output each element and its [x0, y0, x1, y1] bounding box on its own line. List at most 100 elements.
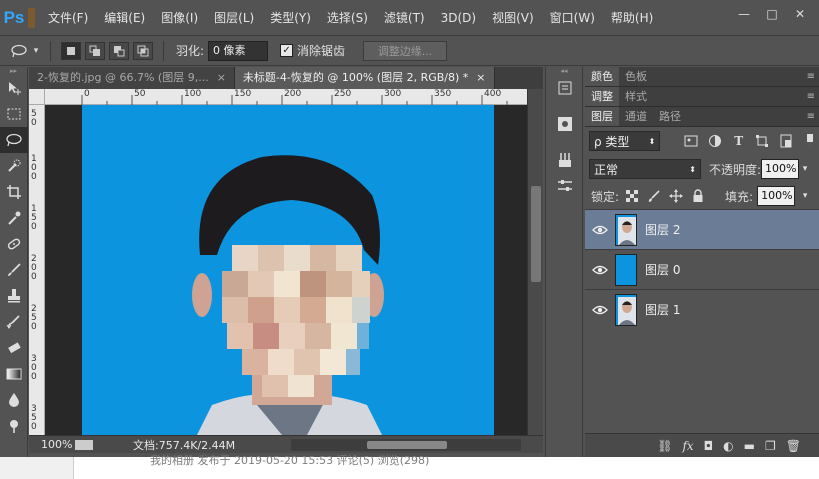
- layer-style-icon[interactable]: fx: [682, 439, 693, 453]
- tool-presets-icon[interactable]: [546, 147, 584, 173]
- clone-stamp-tool-icon[interactable]: [0, 283, 28, 309]
- fill-input[interactable]: 100%: [757, 186, 796, 206]
- menu-image[interactable]: 图像(I): [153, 0, 206, 36]
- history-brush-tool-icon[interactable]: [0, 309, 28, 335]
- new-group-icon[interactable]: ▬: [744, 439, 755, 453]
- chevron-down-icon[interactable]: ▾: [30, 40, 42, 62]
- blur-tool-icon[interactable]: [0, 387, 28, 413]
- filter-adjustment-icon[interactable]: [706, 132, 724, 150]
- canvas-area[interactable]: [45, 105, 527, 435]
- add-mask-icon[interactable]: ◘: [704, 439, 714, 453]
- eye-icon[interactable]: [585, 265, 615, 275]
- document-info[interactable]: 文档:757.4K/2.44M: [133, 437, 235, 453]
- layer-row[interactable]: 图层 0: [585, 249, 819, 289]
- opacity-input[interactable]: 100%: [761, 159, 800, 179]
- antialias-checkbox[interactable]: ✓ 消除锯齿: [280, 42, 345, 59]
- adjustment-layer-icon[interactable]: ◐: [723, 439, 733, 453]
- filter-smart-object-icon[interactable]: [777, 132, 795, 150]
- menu-type[interactable]: 类型(Y): [262, 0, 319, 36]
- feather-input[interactable]: 0 像素: [208, 40, 269, 61]
- refine-edge-button[interactable]: 调整边缘...: [363, 40, 448, 61]
- crop-tool-icon[interactable]: [0, 179, 28, 205]
- marquee-tool-icon[interactable]: [0, 101, 28, 127]
- menu-layer[interactable]: 图层(L): [206, 0, 262, 36]
- history-panel-icon[interactable]: [546, 75, 584, 101]
- filter-type-icon[interactable]: T: [730, 132, 748, 150]
- move-tool-icon[interactable]: [0, 75, 28, 101]
- filter-toggle-icon[interactable]: [801, 132, 819, 150]
- tab-swatches[interactable]: 色板: [619, 67, 653, 86]
- lasso-tool-preset-icon[interactable]: [8, 40, 30, 62]
- close-icon[interactable]: ×: [217, 67, 226, 89]
- layer-row[interactable]: 图层 2: [585, 209, 819, 249]
- tab-document-1[interactable]: 2-恢复的.jpg @ 66.7% (图层 9,... ×: [29, 67, 235, 89]
- ruler-tick: 3 5 0: [31, 404, 37, 432]
- menu-view[interactable]: 视图(V): [484, 0, 542, 36]
- ruler-tick: 1 0 0: [31, 154, 37, 182]
- panel-menu-icon[interactable]: ≡: [807, 87, 819, 106]
- add-to-selection-icon[interactable]: [85, 41, 105, 60]
- quick-selection-tool-icon[interactable]: [0, 153, 28, 179]
- lock-transparency-icon[interactable]: [623, 187, 641, 205]
- eraser-tool-icon[interactable]: [0, 335, 28, 361]
- dodge-tool-icon[interactable]: [0, 413, 28, 439]
- trash-icon[interactable]: 🗑: [786, 439, 801, 453]
- menu-edit[interactable]: 编辑(E): [96, 0, 153, 36]
- tab-paths[interactable]: 路径: [653, 107, 687, 126]
- subtract-from-selection-icon[interactable]: [109, 41, 129, 60]
- tab-layers[interactable]: 图层: [585, 107, 619, 126]
- lock-all-icon[interactable]: [689, 187, 707, 205]
- vertical-scrollbar[interactable]: [527, 89, 543, 435]
- document-canvas[interactable]: [82, 105, 494, 435]
- eye-icon[interactable]: [585, 305, 615, 315]
- maximize-button[interactable]: □: [759, 4, 785, 24]
- zoom-level[interactable]: 100%: [29, 438, 72, 451]
- link-layers-icon[interactable]: ⛓: [657, 439, 672, 453]
- intersect-selection-icon[interactable]: [133, 41, 153, 60]
- chevron-down-icon[interactable]: ▾: [799, 159, 811, 179]
- tab-document-2[interactable]: 未标题-4-恢复的 @ 100% (图层 2, RGB/8) * ×: [234, 67, 495, 89]
- gradient-tool-icon[interactable]: [0, 361, 28, 387]
- tab-color[interactable]: 颜色: [585, 67, 619, 86]
- menu-window[interactable]: 窗口(W): [542, 0, 603, 36]
- scroll-thumb[interactable]: [367, 441, 447, 449]
- close-button[interactable]: ✕: [787, 4, 813, 24]
- menu-select[interactable]: 选择(S): [319, 0, 376, 36]
- menu-filter[interactable]: 滤镜(T): [376, 0, 433, 36]
- layer-row[interactable]: 图层 1: [585, 289, 819, 329]
- new-layer-icon[interactable]: ❐: [765, 439, 776, 453]
- tab-channels[interactable]: 通道: [619, 107, 653, 126]
- brush-tool-icon[interactable]: [0, 257, 28, 283]
- panel-menu-icon[interactable]: ≡: [807, 107, 819, 126]
- eyedropper-tool-icon[interactable]: [0, 205, 28, 231]
- tab-adjustments[interactable]: 调整: [585, 87, 619, 106]
- info-panel-icon[interactable]: [546, 111, 584, 137]
- close-icon[interactable]: ×: [476, 67, 485, 89]
- blend-mode-select[interactable]: 正常 ⬍: [589, 159, 701, 179]
- scroll-thumb[interactable]: [531, 186, 541, 282]
- minimize-button[interactable]: —: [731, 4, 757, 24]
- document-tabs: 2-恢复的.jpg @ 66.7% (图层 9,... × 未标题-4-恢复的 …: [29, 67, 543, 89]
- panel-collapse-icon[interactable]: ◂◂: [546, 67, 582, 75]
- healing-brush-tool-icon[interactable]: [0, 231, 28, 257]
- tab-styles[interactable]: 样式: [619, 87, 653, 106]
- horizontal-scrollbar[interactable]: [291, 439, 521, 451]
- ruler-tick: 350: [434, 89, 452, 99]
- ruler-tick: 5 0: [31, 109, 37, 128]
- chevron-down-icon[interactable]: ▾: [799, 186, 811, 206]
- menu-file[interactable]: 文件(F): [40, 0, 96, 36]
- ruler-origin[interactable]: [29, 89, 45, 105]
- menu-help[interactable]: 帮助(H): [603, 0, 661, 36]
- lock-pixels-icon[interactable]: [645, 187, 663, 205]
- eye-icon[interactable]: [585, 225, 615, 235]
- lasso-tool-icon[interactable]: [0, 127, 28, 153]
- new-selection-icon[interactable]: [61, 41, 81, 60]
- menu-3d[interactable]: 3D(D): [433, 0, 484, 36]
- filter-pixel-icon[interactable]: [682, 132, 700, 150]
- lock-position-icon[interactable]: [667, 187, 685, 205]
- layer-filter-select[interactable]: ρ 类型 ⬍: [589, 131, 661, 151]
- panel-collapse-icon[interactable]: ▸▸: [0, 67, 27, 75]
- properties-panel-icon[interactable]: [546, 173, 584, 199]
- filter-shape-icon[interactable]: [754, 132, 772, 150]
- panel-menu-icon[interactable]: ≡: [807, 67, 819, 86]
